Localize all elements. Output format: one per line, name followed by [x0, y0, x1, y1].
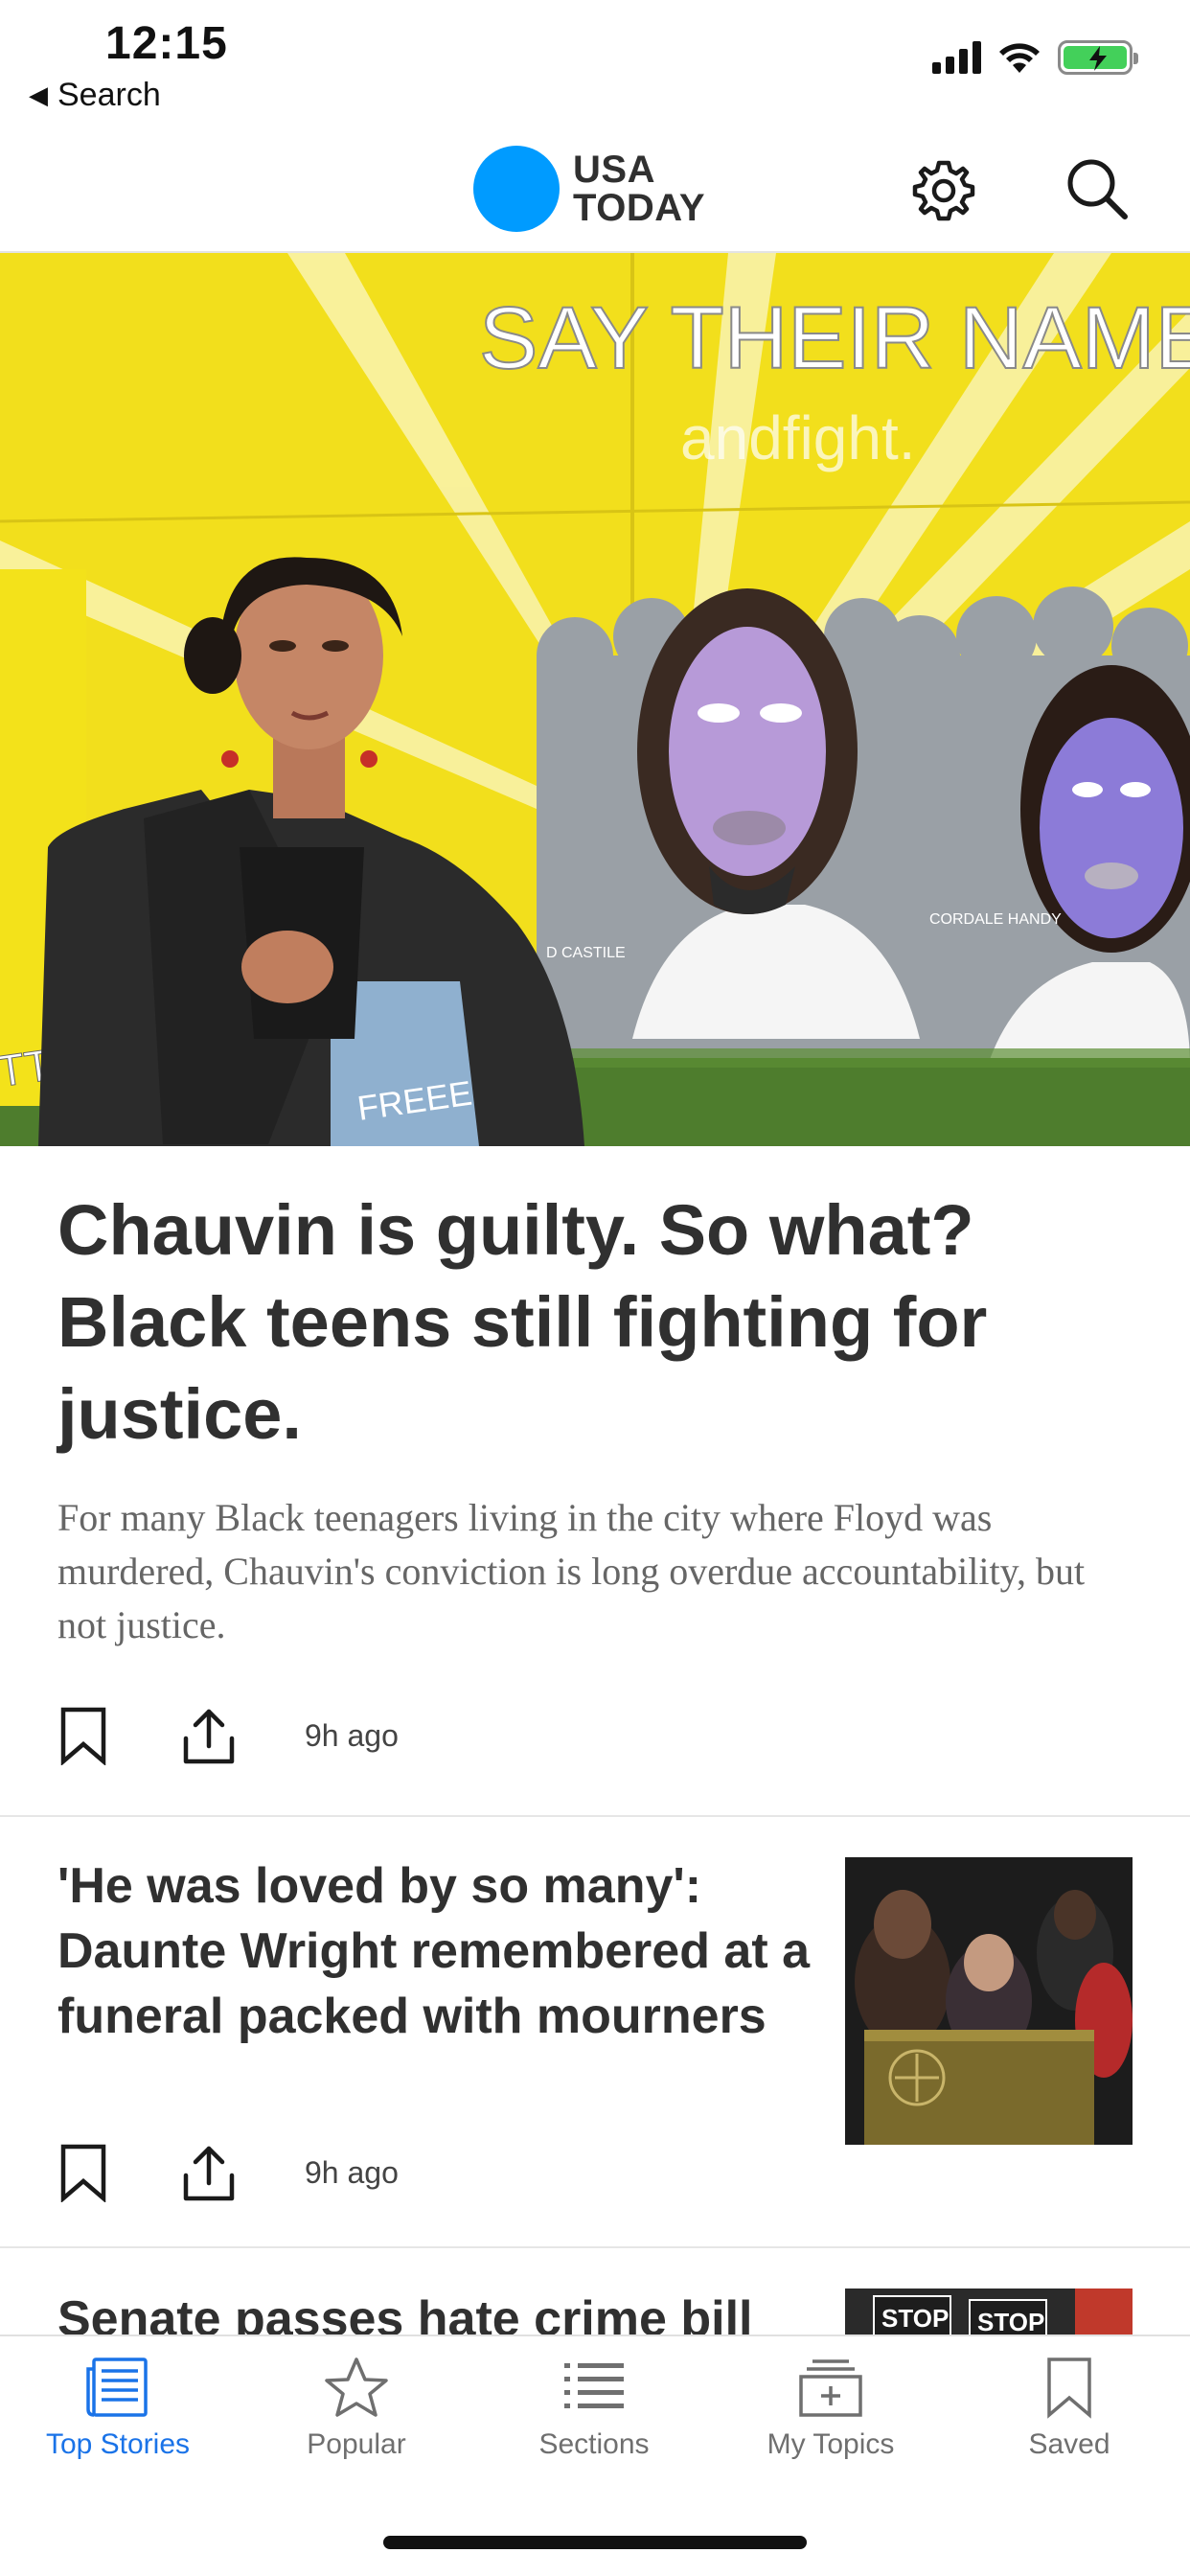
battery-icon [1058, 40, 1138, 75]
back-triangle-icon: ◀ [29, 80, 48, 109]
hero-image[interactable]: SAY THEIR NAMES andfight. CORDALE HANDY … [0, 253, 1190, 1146]
status-icons [932, 40, 1138, 75]
story-thumbnail[interactable] [845, 1857, 1133, 2145]
list-icon [564, 2363, 624, 2408]
tab-label: Top Stories [45, 2428, 191, 2460]
tab-popular[interactable]: Popular [251, 2356, 462, 2499]
tab-top-stories[interactable]: Top Stories [12, 2356, 223, 2499]
thumb-sign-text: STOP [977, 2308, 1044, 2336]
share-story-button[interactable] [180, 2143, 238, 2202]
mural-title: SAY THEIR NAMES [479, 289, 1190, 387]
story-timestamp: 9h ago [305, 2154, 399, 2190]
share-story-button[interactable] [180, 1706, 238, 1765]
story-timestamp: 9h ago [305, 1717, 399, 1753]
add-topic-icon [799, 2359, 862, 2417]
story-headline[interactable]: Chauvin is guilty. So what? Black teens … [57, 1184, 1131, 1460]
story-headline[interactable]: 'He was loved by so many': Daunte Wright… [57, 1853, 824, 2049]
mural-name-1: D CASTILE [546, 945, 626, 961]
thumb-sign-text: STOP [881, 2304, 949, 2333]
star-icon [325, 2358, 388, 2417]
logo-wordmark: USA TODAY [573, 149, 706, 229]
wifi-icon [999, 43, 1040, 73]
tab-label: Sections [538, 2428, 650, 2460]
search-button[interactable] [1064, 155, 1131, 222]
back-to-search-link[interactable]: ◀ Search [29, 77, 161, 114]
bookmark-icon [60, 2144, 106, 2203]
save-story-button[interactable] [56, 2143, 113, 2203]
tab-label: My Topics [767, 2428, 895, 2460]
story-card[interactable]: Senate passes hate crime bill STOP STOP [0, 2248, 1190, 2344]
bookmark-icon [60, 1707, 106, 1766]
tab-saved[interactable]: Saved [964, 2356, 1175, 2499]
status-time: 12:15 [105, 18, 228, 69]
save-story-button[interactable] [56, 1706, 113, 1766]
search-icon [1067, 159, 1128, 219]
back-link-label: Search [57, 77, 161, 113]
story-card[interactable]: 'He was loved by so many': Daunte Wright… [0, 1817, 1190, 2248]
tab-sections[interactable]: Sections [489, 2356, 699, 2499]
share-icon [183, 1709, 235, 1764]
story-actions: 9h ago [56, 2143, 399, 2203]
cellular-signal-icon [932, 41, 981, 74]
top-story[interactable]: Chauvin is guilty. So what? Black teens … [0, 1146, 1190, 1817]
tab-my-topics[interactable]: My Topics [725, 2356, 936, 2499]
tab-label: Popular [307, 2428, 406, 2460]
share-icon [183, 2146, 235, 2201]
status-bar: 12:15 ◀ Search [0, 0, 1190, 125]
tab-label: Saved [1028, 2428, 1110, 2460]
usa-today-logo[interactable]: USA TODAY [473, 146, 705, 232]
logo-circle [473, 146, 560, 232]
mural-subtitle: andfight. [680, 403, 916, 472]
hero-photo: SAY THEIR NAMES andfight. CORDALE HANDY … [0, 253, 1190, 1146]
mural-name-2: CORDALE HANDY [929, 911, 1062, 928]
gear-icon [912, 160, 975, 221]
home-indicator[interactable] [383, 2536, 807, 2549]
newspaper-icon [86, 2358, 148, 2417]
settings-button[interactable] [910, 157, 977, 224]
bookmark-icon [1047, 2358, 1091, 2419]
story-summary: For many Black teenagers living in the c… [57, 1496, 1086, 1646]
story-actions: 9h ago [56, 1706, 399, 1766]
app-header: USA TODAY [0, 125, 1190, 253]
